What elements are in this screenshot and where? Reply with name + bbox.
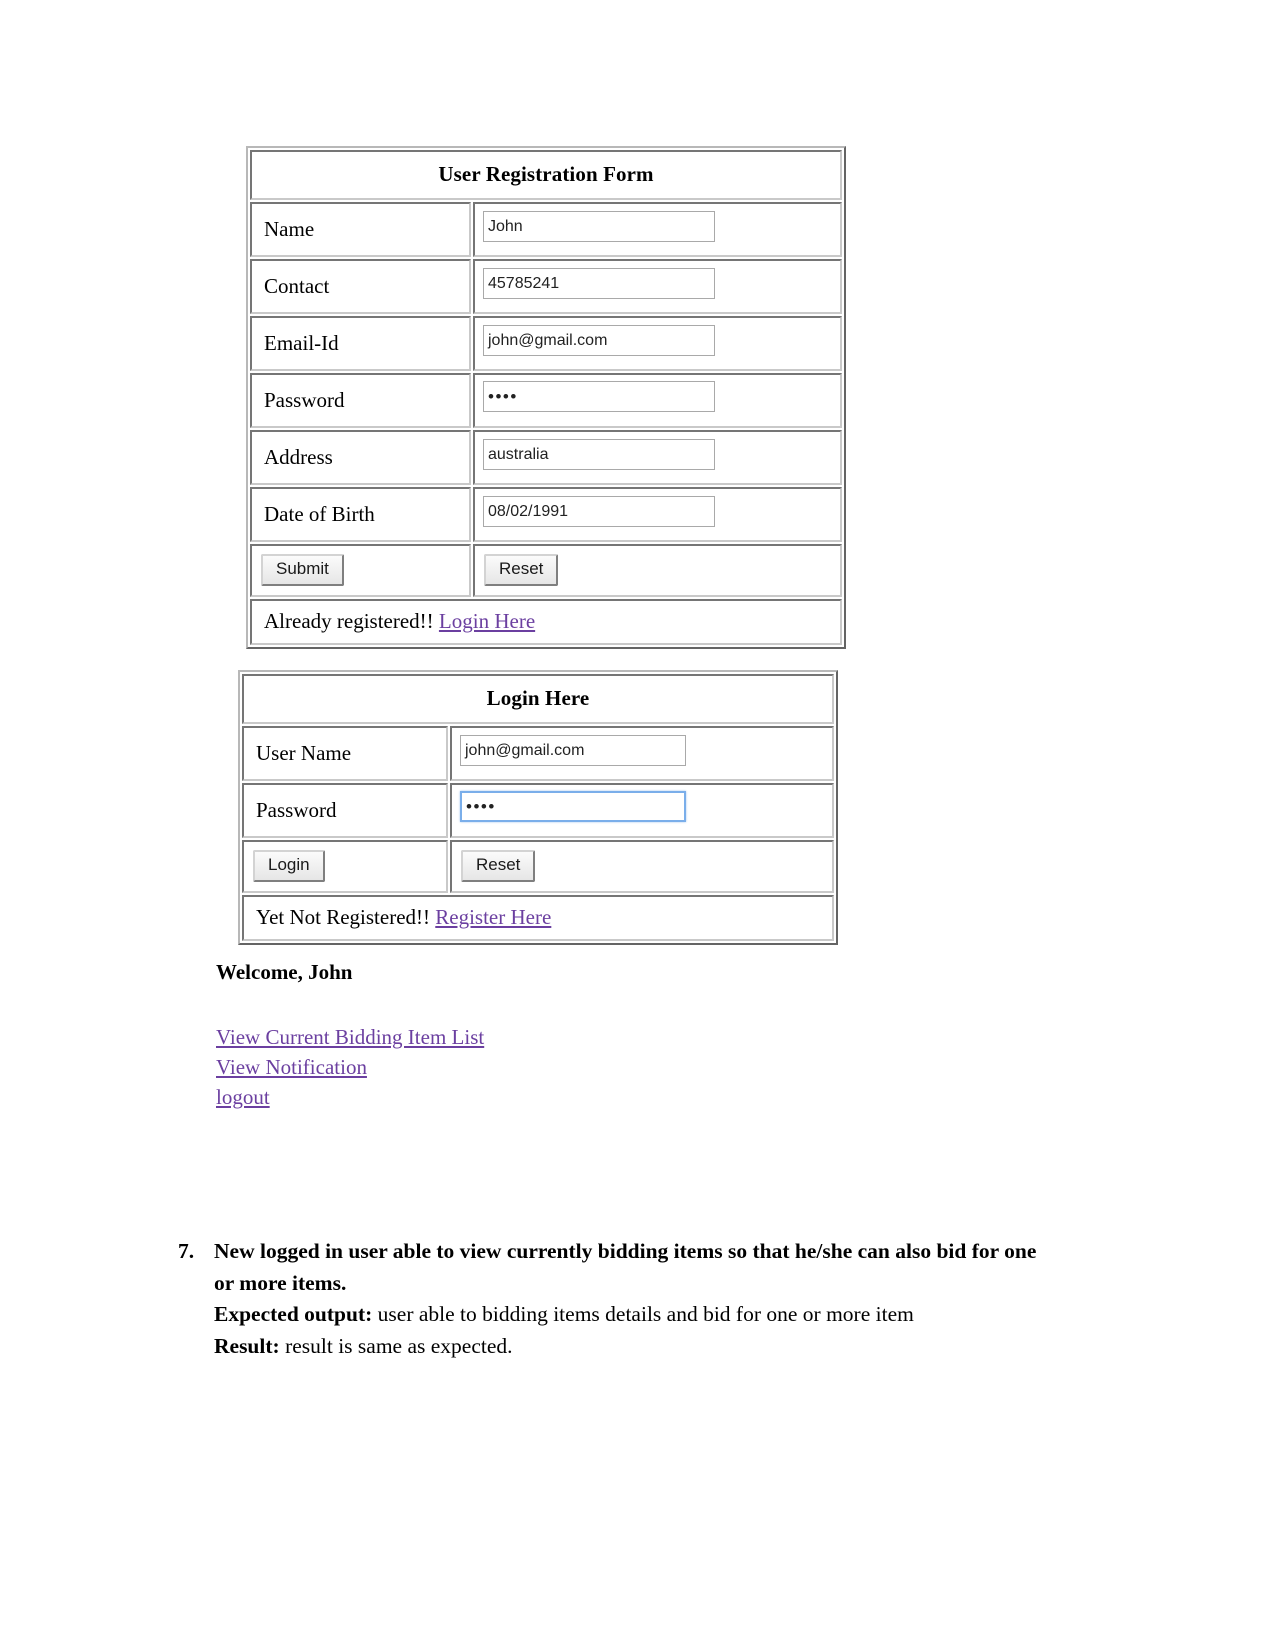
registration-title-row: User Registration Form <box>250 150 842 200</box>
registration-form-title: User Registration Form <box>250 150 842 200</box>
login-reset-button[interactable]: Reset <box>461 850 536 882</box>
test-case-body: New logged in user able to view currentl… <box>214 1236 1058 1362</box>
table-row: Contact 45785241 <box>250 259 842 314</box>
logout-link[interactable]: logout <box>216 1082 270 1112</box>
table-row: Address australia <box>250 430 842 485</box>
login-password-input[interactable]: •••• <box>460 791 686 822</box>
address-input[interactable]: australia <box>483 439 715 470</box>
contact-label: Contact <box>250 259 471 314</box>
reset-button-cell: Reset <box>473 544 842 597</box>
name-input[interactable]: John <box>483 211 715 242</box>
expected-output-label: Expected output: <box>214 1302 373 1326</box>
dashboard-links: View Current Bidding Item List View Noti… <box>216 1022 484 1112</box>
email-field-cell: john@gmail.com <box>473 316 842 371</box>
view-bidding-list-link[interactable]: View Current Bidding Item List <box>216 1022 484 1052</box>
table-row: User Name john@gmail.com <box>242 726 834 781</box>
dob-label: Date of Birth <box>250 487 471 542</box>
name-field-cell: John <box>473 202 842 257</box>
password-input[interactable]: •••• <box>483 381 715 412</box>
document-page: User Registration Form Name John Contact… <box>0 0 1275 1651</box>
submit-button[interactable]: Submit <box>261 554 344 586</box>
login-button-cell: Login <box>242 840 448 893</box>
login-form-title: Login Here <box>242 674 834 724</box>
register-here-link[interactable]: Register Here <box>435 905 551 929</box>
registration-footer-row: Already registered!! Login Here <box>250 598 842 645</box>
test-case-description: New logged in user able to view currentl… <box>214 1239 1037 1295</box>
username-input[interactable]: john@gmail.com <box>460 735 686 766</box>
already-registered-text: Already registered!! <box>264 608 434 633</box>
login-form: Login Here User Name john@gmail.com Pass… <box>238 670 838 945</box>
login-title-row: Login Here <box>242 674 834 724</box>
registration-buttons-row: Submit Reset <box>250 544 842 597</box>
table-row: Email-Id john@gmail.com <box>250 316 842 371</box>
username-field-cell: john@gmail.com <box>450 726 834 781</box>
test-case-number: 7. <box>178 1239 195 1263</box>
address-field-cell: australia <box>473 430 842 485</box>
table-row: Name John <box>250 202 842 257</box>
table-row: Date of Birth 08/02/1991 <box>250 487 842 542</box>
welcome-heading: Welcome, John <box>216 960 353 984</box>
dob-input[interactable]: 08/02/1991 <box>483 496 715 527</box>
contact-input[interactable]: 45785241 <box>483 268 715 299</box>
login-reset-button-cell: Reset <box>450 840 834 893</box>
not-registered-note: Yet Not Registered!! Register Here <box>242 894 834 941</box>
table-row: Password •••• <box>242 783 834 838</box>
login-buttons-row: Login Reset <box>242 840 834 893</box>
already-registered-note: Already registered!! Login Here <box>250 598 842 645</box>
expected-output-text: user able to bidding items details and b… <box>377 1302 914 1326</box>
test-case-item: 7. New logged in user able to view curre… <box>178 1236 1058 1362</box>
result-line: Result: result is same as expected. <box>214 1331 1058 1363</box>
login-password-label: Password <box>242 783 448 838</box>
login-password-field-cell: •••• <box>450 783 834 838</box>
login-here-link[interactable]: Login Here <box>439 609 535 633</box>
contact-field-cell: 45785241 <box>473 259 842 314</box>
login-button[interactable]: Login <box>253 850 325 882</box>
email-label: Email-Id <box>250 316 471 371</box>
login-footer-row: Yet Not Registered!! Register Here <box>242 894 834 941</box>
expected-output-line: Expected output: user able to bidding it… <box>214 1299 1058 1331</box>
view-notification-link[interactable]: View Notification <box>216 1052 367 1082</box>
table-row: Password •••• <box>250 373 842 428</box>
password-label: Password <box>250 373 471 428</box>
name-label: Name <box>250 202 471 257</box>
address-label: Address <box>250 430 471 485</box>
email-input[interactable]: john@gmail.com <box>483 325 715 356</box>
dob-field-cell: 08/02/1991 <box>473 487 842 542</box>
result-text: result is same as expected. <box>285 1333 513 1358</box>
result-label: Result: <box>214 1333 280 1358</box>
not-registered-text: Yet Not Registered!! <box>256 904 431 929</box>
submit-button-cell: Submit <box>250 544 471 597</box>
username-label: User Name <box>242 726 448 781</box>
password-field-cell: •••• <box>473 373 842 428</box>
registration-reset-button[interactable]: Reset <box>484 554 559 586</box>
user-registration-form: User Registration Form Name John Contact… <box>246 146 846 649</box>
